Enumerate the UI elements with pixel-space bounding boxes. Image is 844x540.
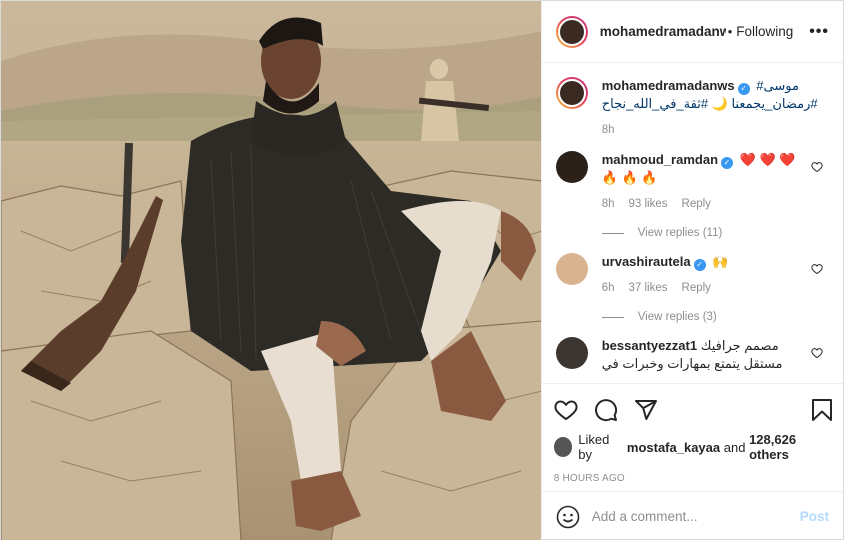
comment-item: mahmoud_ramdan ✓ ❤️ ❤️ ❤️ 🔥 🔥 🔥 8h 93 lik… [555,151,829,213]
reply-button[interactable]: Reply [682,195,711,213]
header-separator: • [727,24,733,39]
post-timestamp[interactable]: 8 HOURS AGO [554,473,833,484]
comment-item: bessantyezzat1 مصمم جرافيك مستقل يتمتع ب… [555,337,829,373]
post-header: mohamedramadanws • Following ••• [541,1,843,63]
post-sidebar: mohamedramadanws • Following ••• mohamed… [540,1,843,540]
view-replies-label[interactable]: View replies (3) [638,311,717,323]
verified-icon: ✓ [721,157,734,169]
add-comment-bar: Post [541,491,843,540]
author-username[interactable]: mohamedramadanws [600,24,726,39]
caption: mohamedramadanws ✓ موسى# #رمضان_يجمعنا 🌙 … [555,77,829,139]
comment-like-heart-icon[interactable] [811,263,823,275]
caption-time: 8h [601,124,615,136]
view-replies-label[interactable]: View replies (11) [638,227,723,239]
bookmark-icon[interactable] [793,390,833,430]
instagram-post: mohamedramadanws • Following ••• mohamed… [0,0,844,540]
comment-like-heart-icon[interactable] [811,347,823,359]
comment-item: urvashirautela ✓ 🙌 6h 37 likes Reply [555,253,829,297]
author-avatar[interactable] [555,15,588,48]
post-photo-image [1,1,541,540]
view-replies[interactable]: View replies (3) [601,311,829,323]
commenter-username[interactable]: mahmoud_ramdan [602,152,718,167]
liker-avatar[interactable] [553,437,573,457]
following-button[interactable]: Following [736,24,793,39]
comment-icon[interactable] [594,390,634,430]
verified-icon: ✓ [693,259,706,271]
liked-by-prefix: Liked by [578,432,610,462]
comment-text-line2: مستقل يتمتع بمهارات وخبرات في [601,356,783,371]
comment-text: ❤️ ❤️ ❤️ [739,152,796,167]
verified-icon: ✓ [737,83,750,95]
liked-by-user[interactable]: mostafa_kayaa [627,440,720,455]
more-options-icon[interactable]: ••• [809,23,829,41]
commenter-username[interactable]: urvashirautela [602,254,691,269]
share-icon[interactable] [634,390,674,430]
comments-list[interactable]: mohamedramadanws ✓ موسى# #رمضان_يجمعنا 🌙 … [542,63,843,383]
caption-username[interactable]: mohamedramadanws [602,78,735,93]
reply-button[interactable]: Reply [682,279,711,297]
liked-by-and: and [723,439,746,455]
caption-hashtag[interactable]: موسى# [756,78,799,93]
comment-text: 🙌 [712,254,729,269]
comment-time: 6h [601,282,615,294]
heart-icon[interactable] [554,390,594,430]
commenter-avatar[interactable] [555,337,588,369]
commenter-username[interactable]: bessantyezzat1 [602,338,697,353]
post-comment-button[interactable]: Post [800,509,829,524]
commenter-avatar[interactable] [555,253,588,285]
post-actions: Liked by mostafa_kayaa and 128,626 other… [541,383,843,491]
comment-time: 8h [601,198,615,210]
commenter-avatar[interactable] [555,151,588,183]
caption-avatar[interactable] [555,77,588,109]
post-photo[interactable] [1,1,541,540]
comment-text-line2: 🔥 🔥 🔥 [601,170,658,185]
comment-likes[interactable]: 93 likes [629,195,668,213]
comment-likes[interactable]: 37 likes [629,279,668,297]
liked-by: Liked by mostafa_kayaa and 128,626 other… [553,432,833,462]
comment-like-heart-icon[interactable] [811,161,823,173]
emoji-icon[interactable] [556,505,580,529]
view-replies[interactable]: View replies (11) [601,227,829,239]
likes-count[interactable]: 128,626 others [749,432,833,462]
add-comment-input[interactable] [591,509,800,524]
comment-text: مصمم جرافيك [700,338,779,353]
caption-hashtags[interactable]: #رمضان_يجمعنا 🌙 #ثقة_في_الله_نجاح [602,96,818,111]
